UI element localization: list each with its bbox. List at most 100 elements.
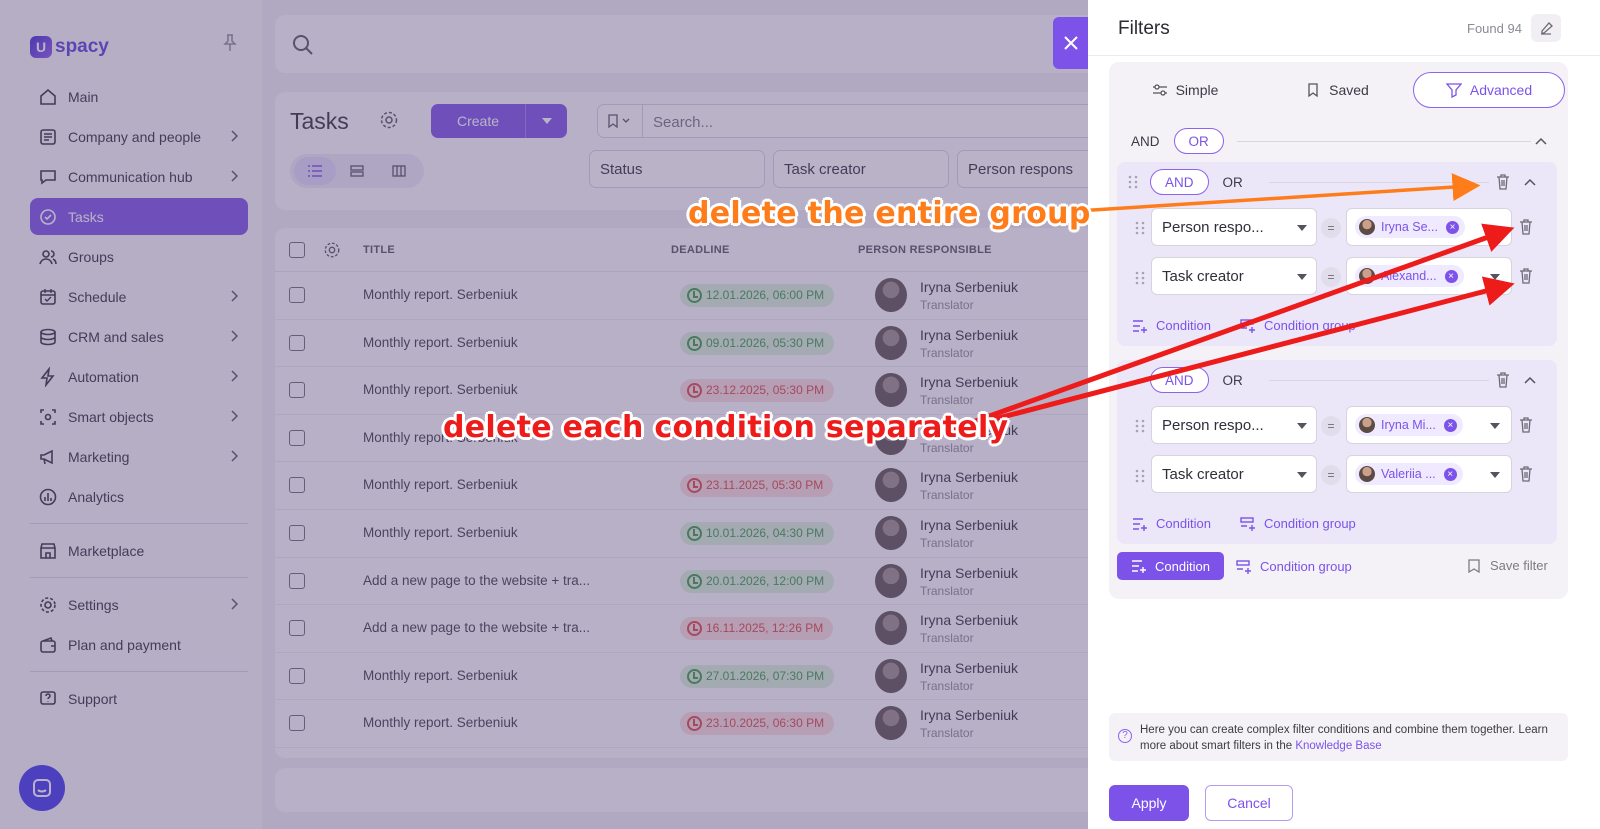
add-condition-group-button[interactable]: Condition group	[1236, 559, 1352, 574]
condition-value-select[interactable]: Valeriia ... ×	[1346, 455, 1512, 493]
knowledge-base-link[interactable]: Knowledge Base	[1295, 740, 1381, 752]
condition-field-select[interactable]: Person respo...	[1151, 208, 1317, 246]
value-chip: Iryna Se... ×	[1355, 216, 1465, 238]
delete-condition-icon[interactable]	[1519, 466, 1533, 482]
chevron-down-icon	[1490, 472, 1500, 478]
tab-advanced[interactable]: Advanced	[1413, 72, 1565, 108]
add-condition-group-link[interactable]: Condition group	[1240, 318, 1356, 333]
avatar	[1359, 268, 1375, 284]
condition-field-select[interactable]: Task creator	[1151, 455, 1317, 493]
drag-handle-icon[interactable]	[1134, 418, 1146, 434]
collapse-group-icon[interactable]	[1524, 178, 1536, 186]
operator-equals[interactable]: =	[1321, 465, 1341, 485]
value-chip: Valeriia ... ×	[1355, 463, 1463, 485]
tab-saved-label: Saved	[1329, 82, 1369, 98]
add-condition-button[interactable]: Condition	[1117, 552, 1224, 580]
add-condition-link[interactable]: Condition	[1132, 516, 1211, 531]
condition-field-value: Task creator	[1162, 466, 1244, 483]
condition-value-select[interactable]: Iryna Mi... ×	[1346, 406, 1512, 444]
add-condition-button-label: Condition	[1155, 558, 1210, 574]
condition-value-select[interactable]: Iryna Se... ×	[1346, 208, 1512, 246]
add-group-icon	[1240, 318, 1255, 333]
drag-handle-icon[interactable]	[1134, 220, 1146, 236]
eraser-icon	[1541, 22, 1553, 35]
collapse-group-icon[interactable]	[1524, 376, 1536, 384]
tab-saved[interactable]: Saved	[1261, 72, 1413, 108]
collapse-root-icon[interactable]	[1535, 137, 1547, 145]
avatar	[1359, 219, 1375, 235]
avatar	[1359, 417, 1375, 433]
delete-group-icon[interactable]	[1496, 372, 1510, 388]
group-2-and-option[interactable]: AND	[1150, 367, 1209, 393]
value-chip: Alexand... ×	[1355, 265, 1464, 287]
bookmark-icon	[1468, 558, 1480, 573]
avatar	[1359, 466, 1375, 482]
tab-advanced-label: Advanced	[1469, 82, 1533, 98]
condition-field-value: Task creator	[1162, 268, 1244, 285]
group-1-or-option[interactable]: OR	[1209, 169, 1257, 195]
delete-condition-icon[interactable]	[1519, 417, 1533, 433]
add-condition-group-label: Condition group	[1260, 559, 1352, 574]
add-condition-link[interactable]: Condition	[1132, 318, 1211, 333]
value-chip: Iryna Mi... ×	[1355, 414, 1463, 436]
add-condition-icon	[1132, 560, 1147, 573]
tab-simple[interactable]: Simple	[1109, 72, 1261, 108]
remove-value-icon[interactable]: ×	[1444, 269, 1458, 283]
delete-condition-icon[interactable]	[1519, 268, 1533, 284]
condition-value-select[interactable]: Alexand... ×	[1346, 257, 1512, 295]
remove-value-icon[interactable]: ×	[1443, 467, 1457, 481]
drag-handle-icon[interactable]	[1134, 468, 1146, 484]
operator-equals[interactable]: =	[1321, 267, 1341, 287]
add-group-icon	[1240, 516, 1255, 531]
root-or-option[interactable]: OR	[1173, 128, 1224, 154]
root-divider-line	[1237, 141, 1531, 142]
condition-field-select[interactable]: Person respo...	[1151, 406, 1317, 444]
cancel-button[interactable]: Cancel	[1205, 785, 1293, 821]
add-condition-label: Condition	[1156, 516, 1211, 531]
annotation-delete-group: delete the entire group	[688, 196, 1091, 231]
delete-condition-icon[interactable]	[1519, 219, 1533, 235]
clear-filters-button[interactable]	[1531, 14, 1561, 42]
drag-handle-icon[interactable]	[1134, 270, 1146, 286]
remove-value-icon[interactable]: ×	[1445, 220, 1459, 234]
panel-title: Filters	[1118, 18, 1170, 39]
add-condition-icon	[1133, 319, 1147, 333]
advanced-filter-icon	[1445, 83, 1462, 98]
close-panel-button[interactable]	[1053, 17, 1088, 69]
panel-header: Filters Found 94	[1088, 0, 1600, 56]
condition-field-select[interactable]: Task creator	[1151, 257, 1317, 295]
chevron-down-icon	[1297, 423, 1307, 429]
chevron-down-icon	[1490, 274, 1500, 280]
drag-handle-icon[interactable]	[1127, 174, 1139, 190]
group-1-divider	[1269, 182, 1489, 183]
add-condition-label: Condition	[1156, 318, 1211, 333]
add-group-label: Condition group	[1264, 516, 1356, 531]
value-chip-label: Alexand...	[1381, 269, 1437, 283]
remove-value-icon[interactable]: ×	[1443, 418, 1457, 432]
save-filter-label: Save filter	[1490, 558, 1548, 573]
info-hint: ? Here you can create complex filter con…	[1109, 713, 1568, 761]
operator-equals[interactable]: =	[1321, 218, 1341, 238]
add-group-label: Condition group	[1264, 318, 1356, 333]
save-filter-button[interactable]: Save filter	[1468, 558, 1548, 573]
chevron-down-icon	[1490, 423, 1500, 429]
tab-simple-label: Simple	[1175, 82, 1219, 98]
root-and-option[interactable]: AND	[1117, 128, 1174, 154]
chevron-down-icon	[1297, 225, 1307, 231]
group-1-and-option[interactable]: AND	[1150, 169, 1209, 195]
group-2-divider	[1269, 380, 1489, 381]
delete-group-icon[interactable]	[1496, 174, 1510, 190]
operator-equals[interactable]: =	[1321, 416, 1341, 436]
add-condition-group-link[interactable]: Condition group	[1240, 516, 1356, 531]
value-chip-label: Iryna Mi...	[1381, 418, 1436, 432]
question-icon: ?	[1118, 729, 1132, 743]
bookmark-icon	[1308, 83, 1318, 98]
condition-field-value: Person respo...	[1162, 417, 1264, 434]
value-chip-label: Iryna Se...	[1381, 220, 1438, 234]
found-count: Found 94	[1467, 21, 1522, 36]
app-window: U spacy Main Company and people Communicat…	[0, 0, 1600, 829]
apply-button[interactable]: Apply	[1109, 785, 1189, 821]
value-chip-label: Valeriia ...	[1381, 467, 1436, 481]
group-2-or-option[interactable]: OR	[1209, 367, 1257, 393]
filter-mode-tabs: Simple Saved Advanced	[1109, 72, 1568, 108]
